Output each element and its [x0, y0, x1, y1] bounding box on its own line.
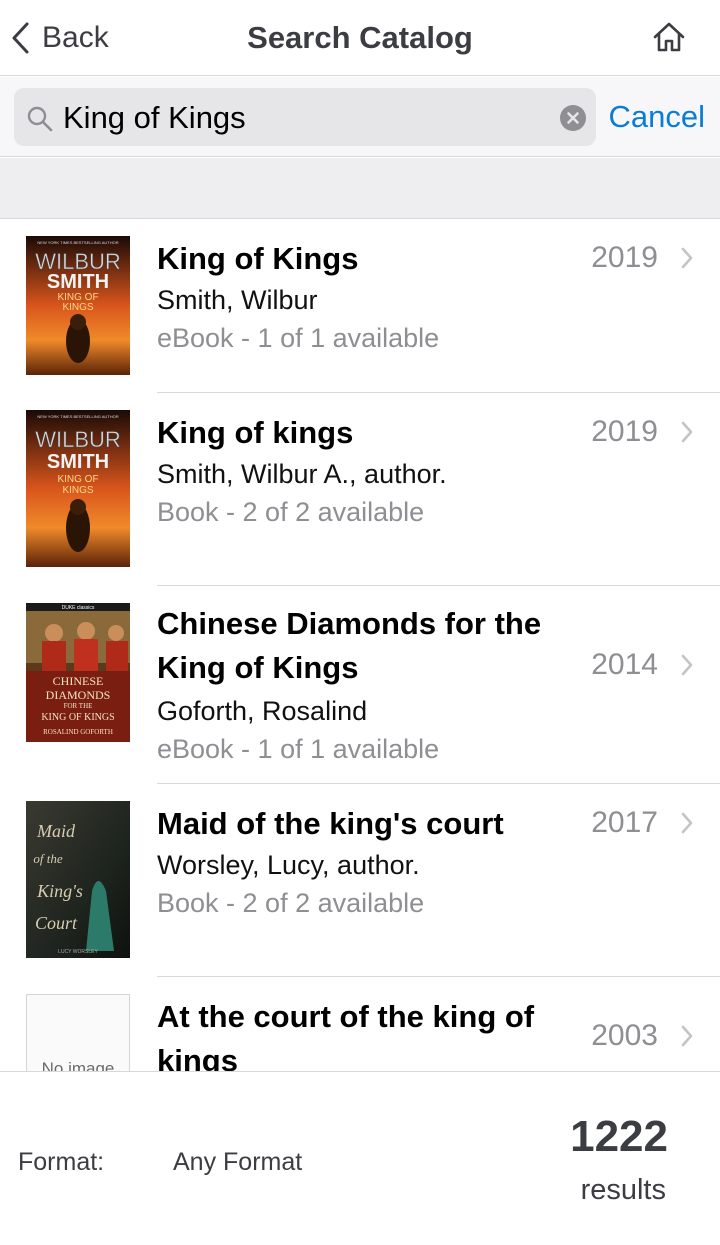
list-item[interactable]: NEW YORK TIMES BESTSELLING AUTHOR WILBUR…	[0, 393, 720, 586]
chevron-right-icon	[681, 421, 693, 443]
result-year: 2014	[591, 648, 658, 681]
book-cover: NEW YORK TIMES BESTSELLING AUTHOR WILBUR…	[26, 410, 130, 567]
result-availability: eBook - 1 of 1 available	[157, 734, 440, 764]
list-item[interactable]: DUKE classics CHINESE DIAMONDS FOR THE K…	[0, 586, 720, 784]
result-year: 2019	[591, 415, 658, 448]
cover-tagline: NEW YORK TIMES BESTSELLING AUTHOR	[37, 240, 118, 245]
cover-title-2: KINGS	[62, 302, 93, 313]
no-image-placeholder: No image	[26, 994, 130, 1071]
result-title-line-1: At the court of the king of	[157, 999, 535, 1034]
cover-author: ROSALIND GOFORTH	[43, 728, 113, 736]
home-icon[interactable]	[652, 20, 686, 54]
format-selector[interactable]: Any Format	[173, 1148, 302, 1177]
result-author: Smith, Wilbur	[157, 285, 318, 315]
search-icon	[27, 106, 53, 132]
clear-icon[interactable]	[560, 105, 586, 131]
result-author: Smith, Wilbur A., author.	[157, 459, 447, 489]
result-year: 2019	[591, 241, 658, 274]
chevron-right-icon	[681, 812, 693, 834]
result-title-line-2: King of Kings	[157, 650, 359, 685]
chevron-right-icon	[681, 1025, 693, 1047]
search-field[interactable]: King of Kings	[14, 88, 596, 146]
cover-title-2: DIAMONDS	[46, 688, 111, 702]
result-title: King of Kings	[157, 241, 359, 276]
result-author: Goforth, Rosalind	[157, 696, 368, 726]
chevron-right-icon	[681, 654, 693, 676]
cover-tagline: NEW YORK TIMES BESTSELLING AUTHOR	[37, 414, 118, 419]
cover-title-4: Court	[35, 913, 78, 933]
result-year: 2017	[591, 806, 658, 839]
cover-title-1: Maid	[36, 821, 76, 841]
result-title: King of kings	[157, 415, 354, 450]
cover-title-3: FOR THE	[64, 702, 93, 710]
result-availability: Book - 2 of 2 available	[157, 497, 425, 527]
book-cover: NEW YORK TIMES BESTSELLING AUTHOR WILBUR…	[26, 236, 130, 375]
result-availability: eBook - 1 of 1 available	[157, 323, 440, 353]
format-label: Format:	[18, 1148, 105, 1176]
cover-title-1: KING OF	[57, 474, 98, 485]
result-count: 1222	[570, 1112, 668, 1161]
cover-author-first: WILBUR	[35, 427, 121, 452]
results-footer: Format: Any Format 1222 results	[0, 1071, 720, 1245]
result-availability: Book - 2 of 2 available	[157, 888, 425, 918]
cancel-button[interactable]: Cancel	[609, 99, 706, 135]
search-bar: King of Kings Cancel	[0, 77, 720, 157]
navigation-bar: Back Search Catalog	[0, 0, 720, 76]
cover-title-1: CHINESE	[53, 674, 104, 688]
cover-author: LUCY WORSLEY	[58, 949, 98, 955]
cover-title-4: KING OF KINGS	[41, 712, 114, 723]
list-item[interactable]: NEW YORK TIMES BESTSELLING AUTHOR WILBUR…	[0, 219, 720, 393]
results-list[interactable]: NEW YORK TIMES BESTSELLING AUTHOR WILBUR…	[0, 219, 720, 1071]
result-author: Worsley, Lucy, author.	[157, 850, 420, 880]
cover-series: DUKE classics	[62, 605, 95, 611]
section-spacer	[0, 158, 720, 219]
search-input[interactable]: King of Kings	[63, 100, 246, 136]
chevron-right-icon	[681, 247, 693, 269]
cover-author-last: SMITH	[47, 451, 109, 473]
cover-author-last: SMITH	[47, 271, 109, 293]
result-title: Maid of the king's court	[157, 806, 504, 841]
list-item[interactable]: Maid of the King's Court LUCY WORSLEY Ma…	[0, 784, 720, 977]
book-cover: Maid of the King's Court LUCY WORSLEY	[26, 801, 130, 958]
cover-title-3: King's	[36, 881, 83, 901]
list-item[interactable]: No image At the court of the king of kin…	[0, 977, 720, 1071]
result-year: 2003	[591, 1019, 658, 1052]
cover-title-2: of the	[33, 851, 62, 866]
book-cover: DUKE classics CHINESE DIAMONDS FOR THE K…	[26, 603, 130, 742]
result-title-line-1: Chinese Diamonds for the	[157, 606, 542, 641]
cover-title-2: KINGS	[62, 485, 93, 496]
result-count-label: results	[580, 1174, 666, 1206]
page-title: Search Catalog	[247, 20, 473, 55]
result-title-line-2: kings	[157, 1043, 238, 1071]
